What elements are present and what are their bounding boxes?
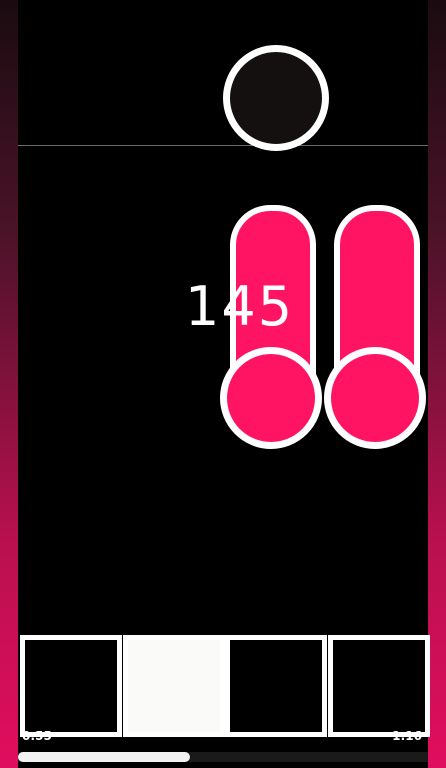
lane-divider — [18, 145, 428, 146]
score-counter: 145 — [185, 275, 295, 338]
elapsed-time: 0:55 — [22, 729, 52, 743]
lane-pad-2[interactable] — [123, 635, 225, 737]
right-edge-glow — [428, 0, 446, 768]
lane-pad-1[interactable] — [20, 635, 122, 737]
left-edge-glow — [0, 0, 18, 768]
song-progress-fill — [18, 752, 191, 762]
hold-note-head — [324, 347, 426, 449]
tap-note[interactable] — [223, 45, 329, 151]
hold-note-head — [220, 347, 322, 449]
lane-pad-4[interactable] — [328, 635, 430, 737]
lane-pad-3[interactable] — [225, 635, 327, 737]
song-progress-bar — [18, 752, 428, 762]
total-time: 1:16 — [392, 729, 422, 743]
